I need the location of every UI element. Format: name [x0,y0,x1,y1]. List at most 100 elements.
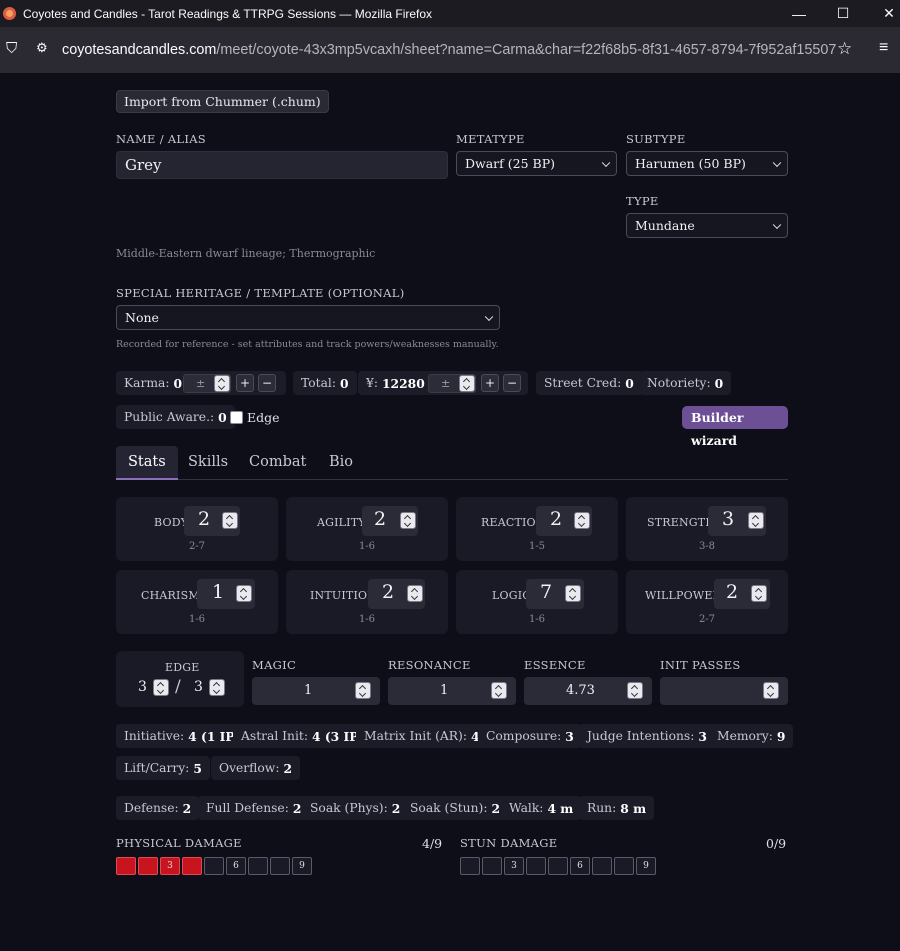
attribute-spinner[interactable] [407,585,423,602]
magic-spinner[interactable] [355,682,371,699]
notoriety-value: 0 [714,375,724,391]
nuyen-plus-button[interactable]: + [481,374,499,392]
window-title: Coyotes and Candles - Tarot Readings & T… [23,6,433,21]
essence-input[interactable]: 4.73 [524,677,652,705]
tab-stats[interactable]: Stats [116,446,178,480]
menu-icon[interactable]: ≡ [879,39,888,57]
essence-spinner[interactable] [627,682,643,699]
stun-damage-box[interactable]: 6 [570,857,590,875]
defense-run: Run: 8 m [579,796,655,820]
attribute-value-input[interactable]: 1 [197,579,255,609]
physical-damage-box[interactable] [204,857,224,875]
edge-max-spinner[interactable] [209,679,225,696]
stun-damage-box[interactable] [548,857,568,875]
name-input[interactable]: Grey [116,151,448,179]
close-icon[interactable]: ✕ [866,0,900,27]
derived-overflow: Overflow: 2 [211,756,301,780]
karma-label: Karma: [124,376,170,390]
init-passes-spinner[interactable] [763,682,779,699]
maximize-icon[interactable]: ☐ [820,0,866,27]
attribute-value-input[interactable]: 2 [714,579,770,609]
attribute-value-input[interactable]: 2 [536,506,592,536]
resonance-spinner[interactable] [491,682,507,699]
site-favicon-icon [3,7,16,20]
stun-damage-track: 3 6 9 [460,857,656,875]
shield-icon[interactable]: ⛉ [6,40,17,57]
physical-damage-box[interactable]: 6 [226,857,246,875]
defense-defense: Defense: 2 [116,796,200,820]
stun-damage-box[interactable]: 9 [636,857,656,875]
public-awareness-value: 0 [218,409,227,425]
stun-damage-box[interactable]: 3 [504,857,524,875]
bookmark-star-icon[interactable]: ☆ [837,39,852,59]
stun-damage-label: STUN DAMAGE [460,836,558,850]
subtype-select[interactable]: Harumen (50 BP) [626,151,788,176]
edge-checkbox[interactable] [230,411,243,424]
attribute-willpower: WILLPOWER 2 2-7 [626,570,788,634]
metatype-select[interactable]: Dwarf (25 BP) [456,151,617,176]
nuyen-spinner[interactable] [459,375,475,392]
minimize-icon[interactable]: — [776,0,822,27]
attribute-spinner[interactable] [574,512,590,529]
url-path: /meet/coyote-43x3mp5vcaxh/sheet?name=Car… [216,42,837,58]
attribute-spinner[interactable] [236,585,252,602]
stun-damage-box[interactable] [482,857,502,875]
stun-damage-count: 0/9 [766,836,787,851]
public-awareness-label: Public Aware.: [124,410,215,424]
physical-damage-box[interactable]: 3 [160,857,180,875]
attribute-spinner[interactable] [565,585,581,602]
total-value: 0 [340,375,349,391]
physical-damage-box[interactable] [182,857,202,875]
magic-input[interactable]: 1 [252,677,380,705]
heritage-value: None [125,310,159,325]
attribute-body: BODY 2 2-7 [116,497,278,561]
attribute-value-input[interactable]: 2 [184,506,240,536]
resonance-input[interactable]: 1 [388,677,516,705]
attribute-spinner[interactable] [400,512,416,529]
edge-label: EDGE [165,661,200,674]
heritage-select[interactable]: None [116,305,500,330]
attribute-charisma: CHARISMA 1 1-6 [116,570,278,634]
attribute-spinner[interactable] [748,512,764,529]
tab-combat[interactable]: Combat [249,446,306,480]
karma-plus-button[interactable]: + [236,374,254,392]
subtype-label: SUBTYPE [626,132,686,146]
type-select[interactable]: Mundane [626,213,788,238]
physical-damage-box[interactable] [138,857,158,875]
attribute-value-input[interactable]: 2 [362,506,418,536]
tab-bio[interactable]: Bio [329,446,353,480]
url-bar[interactable]: coyotesandcandles.com/meet/coyote-43x3mp… [62,42,836,58]
derived-initiative: Initiative: 4 (1 IP) [116,724,249,748]
physical-damage-box[interactable] [248,857,268,875]
stun-damage-box[interactable] [592,857,612,875]
builder-wizard-button[interactable]: Builder wizard [682,406,788,448]
site-settings-icon[interactable]: ⚙ [36,40,48,56]
stun-damage-box[interactable] [460,857,480,875]
stun-damage-box[interactable] [614,857,634,875]
edge-separator: / [175,677,181,697]
physical-damage-box[interactable] [116,857,136,875]
total-label: Total: [301,376,336,390]
import-chummer-button[interactable]: Import from Chummer (.chum) [116,90,329,113]
chevron-down-icon [772,158,782,167]
physical-damage-box[interactable]: 9 [292,857,312,875]
nuyen-label: ¥: [366,376,378,390]
attribute-value-input[interactable]: 3 [708,506,766,536]
attribute-value-input[interactable]: 2 [368,579,425,609]
edge-checkbox-label: Edge [247,410,280,425]
nuyen-minus-button[interactable]: − [503,374,521,392]
attribute-spinner[interactable] [751,585,767,602]
physical-damage-box[interactable] [270,857,290,875]
chevron-down-icon [601,158,611,167]
attribute-spinner[interactable] [222,512,238,529]
edge-current-value[interactable]: 3 [138,679,147,695]
edge-max-value[interactable]: 3 [194,679,203,695]
init-passes-input[interactable] [660,677,788,705]
edge-current-spinner[interactable] [153,679,169,696]
tab-skills[interactable]: Skills [188,446,228,480]
karma-spinner[interactable] [214,375,230,392]
stun-damage-box[interactable] [526,857,546,875]
heritage-hint: Recorded for reference - set attributes … [116,339,499,350]
attribute-value-input[interactable]: 7 [526,579,584,609]
karma-minus-button[interactable]: − [258,374,276,392]
